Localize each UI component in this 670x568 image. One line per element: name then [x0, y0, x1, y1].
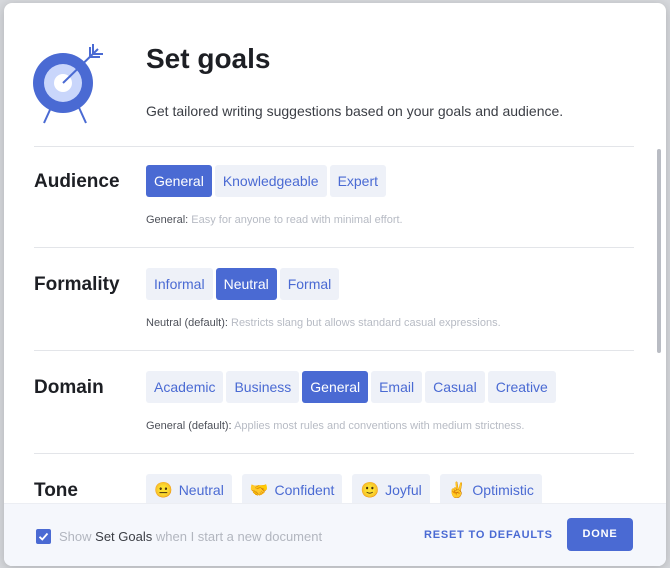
set-goals-dialog: Set goals Get tailored writing suggestio… [4, 3, 666, 566]
domain-desc-key: General (default): [146, 420, 232, 432]
domain-option-business[interactable]: Business [226, 371, 300, 403]
domain-option-general[interactable]: General [302, 371, 369, 403]
show-set-goals-label: Show Set Goals when I start a new docume… [59, 529, 322, 544]
formality-description: Neutral (default): Restricts slang but a… [146, 317, 501, 329]
formality-desc-key: Neutral (default): [146, 317, 228, 329]
domain-desc-text: Applies most rules and conventions with … [234, 420, 525, 432]
tone-option-label: Confident [274, 482, 335, 498]
tone-option-neutral[interactable]: 😐 Neutral [146, 474, 232, 506]
section-label-domain: Domain [34, 377, 104, 398]
domain-option-creative[interactable]: Creative [487, 371, 556, 403]
dialog-header: Set goals Get tailored writing suggestio… [4, 3, 666, 146]
check-label-strong: Set Goals [95, 529, 153, 544]
audience-section: Audience General Knowledgeable Expert Ge… [34, 146, 634, 249]
tone-options: 😐 Neutral 🤝 Confident 🙂 Joyful ✌️ Optimistic [146, 474, 542, 506]
formality-options: Informal Neutral Formal [146, 268, 340, 300]
checkmark-icon [38, 532, 49, 541]
reset-to-defaults-button[interactable]: RESET TO DEFAULTS [424, 529, 553, 541]
tone-option-label: Joyful [385, 482, 422, 498]
divider [34, 453, 634, 454]
check-label-prefix: Show [59, 529, 92, 544]
audience-desc-key: General: [146, 214, 189, 226]
audience-option-general[interactable]: General [146, 165, 212, 197]
tone-option-confident[interactable]: 🤝 Confident [241, 474, 343, 506]
audience-option-knowledgeable[interactable]: Knowledgeable [214, 165, 327, 197]
domain-option-email[interactable]: Email [371, 371, 423, 403]
domain-description: General (default): Applies most rules an… [146, 420, 524, 432]
section-label-formality: Formality [34, 274, 120, 295]
show-set-goals-checkbox[interactable] [36, 529, 51, 544]
formality-desc-text: Restricts slang but allows standard casu… [231, 317, 501, 329]
domain-option-academic[interactable]: Academic [146, 371, 224, 403]
dialog-subtitle: Get tailored writing suggestions based o… [146, 103, 564, 119]
formality-option-neutral[interactable]: Neutral [215, 268, 277, 300]
domain-options: Academic Business General Email Casual C… [146, 371, 556, 403]
check-label-suffix: when I start a new document [155, 529, 323, 544]
domain-section: Domain Academic Business General Email C… [34, 352, 634, 455]
audience-description: General: Easy for anyone to read with mi… [146, 214, 403, 226]
formality-option-informal[interactable]: Informal [146, 268, 213, 300]
audience-option-expert[interactable]: Expert [329, 165, 387, 197]
target-icon [33, 44, 103, 124]
scrollbar-thumb[interactable] [657, 149, 661, 353]
tone-option-joyful[interactable]: 🙂 Joyful [352, 474, 430, 506]
audience-desc-text: Easy for anyone to read with minimal eff… [191, 214, 403, 226]
domain-option-casual[interactable]: Casual [425, 371, 485, 403]
section-label-audience: Audience [34, 171, 120, 192]
dialog-title: Set goals [146, 43, 271, 74]
formality-section: Formality Informal Neutral Formal Neutra… [34, 249, 634, 352]
done-button[interactable]: DONE [567, 518, 633, 551]
formality-option-formal[interactable]: Formal [279, 268, 340, 300]
divider [34, 350, 634, 351]
audience-options: General Knowledgeable Expert [146, 165, 387, 197]
tone-option-label: Neutral [178, 482, 224, 498]
tone-option-optimistic[interactable]: ✌️ Optimistic [439, 474, 542, 506]
divider [34, 247, 634, 248]
dialog-footer: Show Set Goals when I start a new docume… [4, 503, 666, 566]
tone-option-label: Optimistic [472, 482, 534, 498]
section-label-tone: Tone [34, 480, 78, 501]
